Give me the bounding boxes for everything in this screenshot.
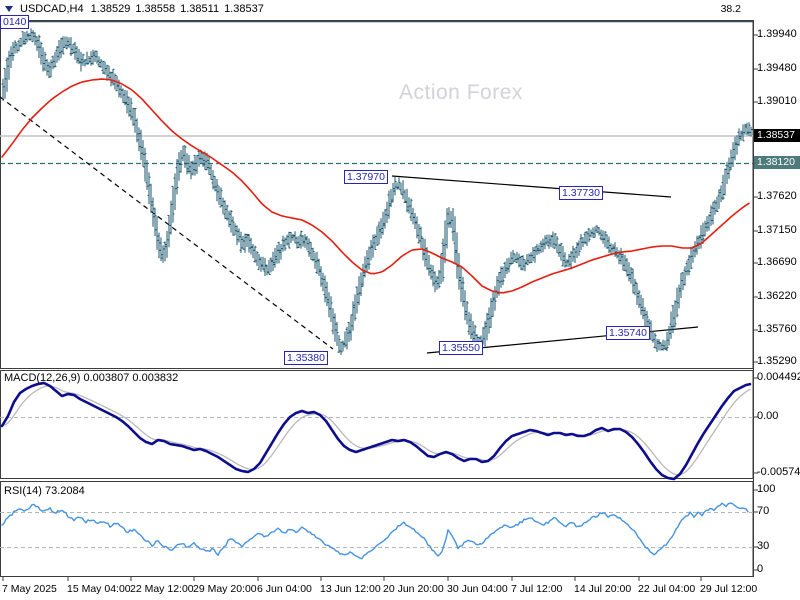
indicator-axis-label: -0.005748	[757, 466, 800, 478]
time-axis-label: 6 Jun 04:00	[257, 583, 312, 595]
macd-line	[0, 381, 752, 481]
price-axis[interactable]: 1.39940 1.39480 1.39010 1.37620 1.37150 1.366…	[754, 20, 800, 577]
level-price-tag: 1.38120	[754, 156, 800, 169]
time-axis-label: 15 May 04:00	[67, 583, 131, 595]
price-annotation[interactable]: 1.37730	[559, 186, 603, 200]
indicator-axis-label: 0.00	[757, 410, 779, 422]
time-axis-label: 7 May 2025	[2, 583, 57, 595]
rsi-indicator-label: RSI(14) 73.2084	[4, 485, 85, 497]
time-axis-label: 29 May 20:00	[193, 583, 257, 595]
chart-window: Action Forex USDCAD,H4 1.38529 1.38558 1…	[0, 0, 800, 600]
indicator-axis-label: 0.004492	[757, 371, 800, 383]
price-axis-label: 1.36220	[757, 290, 797, 302]
rsi-line	[1, 502, 749, 560]
price-axis-label: 1.39010	[757, 95, 797, 107]
time-axis-label: 30 Jun 04:00	[447, 583, 508, 595]
symbol-dropdown-icon[interactable]	[5, 6, 13, 12]
symbol-timeframe: USDCAD,H4	[20, 3, 84, 15]
ohlc-low: 1.38511	[180, 3, 220, 15]
ohlc-values: 1.38529 1.38558 1.38511 1.38537	[91, 3, 264, 15]
price-annotation[interactable]: 1.35740	[606, 326, 650, 340]
chart-titlebar: USDCAD,H4 1.38529 1.38558 1.38511 1.3853…	[5, 3, 264, 15]
indicator-axis-label: 30	[757, 540, 770, 552]
price-axis-label: 1.37150	[757, 224, 797, 236]
descending-dashed-trendline[interactable]	[0, 96, 334, 350]
indicator-axis-label: 0	[757, 563, 764, 575]
price-axis-label: 1.39480	[757, 62, 797, 74]
time-axis-label: 22 May 12:00	[130, 583, 194, 595]
price-axis-label: 1.39940	[757, 28, 797, 40]
macd-indicator-label: MACD(12,26,9) 0.003807 0.003832	[4, 372, 179, 384]
price-annotation[interactable]: 1.35550	[439, 341, 483, 355]
price-axis-label: 1.35760	[757, 323, 797, 335]
time-axis-label: 14 Jul 20:00	[574, 583, 632, 595]
indicator-axis-label: 70	[757, 505, 770, 517]
time-axis-label: 13 Jun 12:00	[320, 583, 381, 595]
ohlc-open: 1.38529	[90, 3, 131, 15]
time-axis-label: 29 Jul 12:00	[700, 583, 758, 595]
macd-panel-border	[0, 370, 754, 479]
price-axis-label: 1.35290	[757, 355, 797, 367]
macd-signal-line	[1, 385, 751, 476]
time-axis[interactable]: 7 May 2025 15 May 04:00 22 May 12:00 29 May…	[0, 578, 757, 598]
indicator-axis-label: 100	[757, 483, 776, 495]
time-axis-label: 20 Jun 20:00	[383, 583, 444, 595]
time-axis-label: 7 Jul 12:00	[511, 583, 563, 595]
moving-average-line	[1, 78, 750, 294]
ohlc-close: 1.38537	[224, 3, 264, 15]
current-price-tag: 1.38537	[754, 129, 800, 142]
price-axis-label: 1.36690	[757, 256, 797, 268]
time-axis-label: 22 Jul 04:00	[638, 583, 696, 595]
ohlc-high: 1.38558	[135, 3, 176, 15]
rsi-panel-border	[0, 481, 754, 577]
price-annotation[interactable]: 1.37970	[344, 170, 388, 184]
chart-canvas[interactable]	[0, 0, 800, 600]
descending-trendline[interactable]	[391, 175, 672, 198]
price-annotation[interactable]: 1.35380	[284, 351, 328, 365]
fib-retracement-label: 38.2	[720, 3, 741, 15]
price-axis-label: 1.37620	[757, 190, 797, 202]
fib-price-tag[interactable]: 0140	[0, 15, 30, 29]
candlestick-series	[1, 28, 753, 355]
